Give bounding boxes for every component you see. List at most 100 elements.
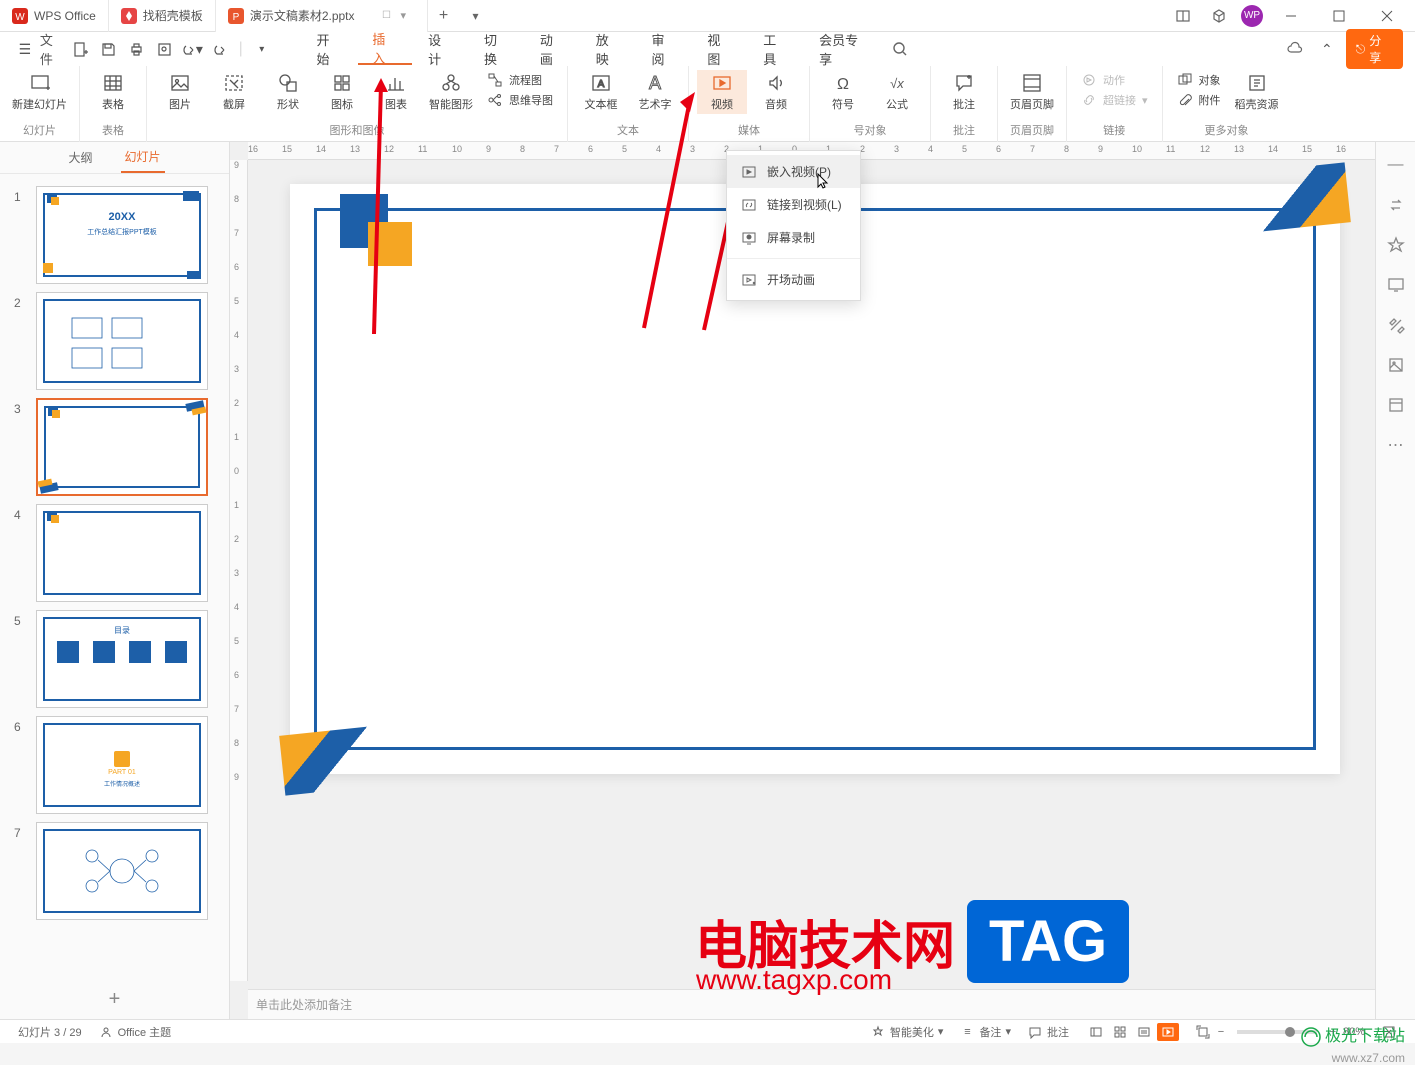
save-icon[interactable] <box>96 36 122 62</box>
collapse-ribbon-icon[interactable]: ⌃ <box>1314 36 1340 62</box>
icons-button[interactable]: 图标 <box>317 70 367 114</box>
add-slide-button[interactable]: + <box>0 979 229 1019</box>
slide-thumb-6[interactable]: 6 PART 01 工作情况概述 <box>0 712 229 818</box>
mindmap-button[interactable]: 思维导图 <box>481 90 559 110</box>
layers-icon[interactable] <box>1385 394 1407 416</box>
menu-animation[interactable]: 动画 <box>526 33 580 65</box>
image-icon <box>169 72 191 94</box>
tab-docer-template[interactable]: 找稻壳模板 <box>109 0 216 32</box>
present-icon[interactable] <box>1385 274 1407 296</box>
slides-tab[interactable]: 幻灯片 <box>121 142 165 173</box>
minimize-button[interactable] <box>1271 2 1311 30</box>
menu-design[interactable]: 设计 <box>414 33 468 65</box>
menu-insert[interactable]: 插入 <box>358 33 412 65</box>
tab-wps-office[interactable]: W WPS Office <box>0 0 109 32</box>
new-slide-button[interactable]: 新建幻灯片 <box>8 70 71 114</box>
window-layout-icon[interactable] <box>1169 2 1197 30</box>
ribbon-group-text: A 文本框 A 艺术字 文本 <box>568 66 689 142</box>
image-button[interactable]: 图片 <box>155 70 205 114</box>
slide-thumb-2[interactable]: 2 <box>0 288 229 394</box>
fit-slide-icon[interactable] <box>1195 1024 1211 1040</box>
print-preview-icon[interactable] <box>151 36 177 62</box>
docer-resource-button[interactable]: 稻壳资源 <box>1231 70 1283 114</box>
link-video-item[interactable]: 链接到视频(L) <box>727 188 860 221</box>
textbox-button[interactable]: A 文本框 <box>576 70 626 114</box>
sorter-view-button[interactable] <box>1109 1023 1131 1041</box>
search-icon[interactable] <box>887 36 913 62</box>
slideshow-view-button[interactable] <box>1157 1023 1179 1041</box>
tools-icon[interactable] <box>1385 314 1407 336</box>
slide-thumb-7[interactable]: 7 <box>0 818 229 924</box>
user-avatar[interactable]: WP <box>1241 5 1263 27</box>
qat-dropdown-icon[interactable]: ▾ <box>249 36 275 62</box>
notes-button[interactable]: ≡ 备注 ▾ <box>951 1024 1019 1040</box>
qat-separator: | <box>239 40 243 58</box>
menu-slideshow[interactable]: 放映 <box>582 33 636 65</box>
menu-toggle-button[interactable]: ☰ <box>12 36 38 62</box>
docer-icon <box>121 8 137 24</box>
wordart-button[interactable]: A 艺术字 <box>630 70 680 114</box>
zoom-out-icon[interactable]: − <box>1213 1024 1229 1040</box>
menu-view[interactable]: 视图 <box>693 33 747 65</box>
beautify-icon <box>870 1024 886 1040</box>
menu-tools[interactable]: 工具 <box>749 33 803 65</box>
tab-dropdown-icon[interactable]: ▾ <box>401 9 415 23</box>
material-icon[interactable] <box>1385 354 1407 376</box>
smartart-button[interactable]: 智能图形 <box>425 70 477 114</box>
slide-list[interactable]: 1 20XX 工作总结汇报PPT模板 2 3 <box>0 174 229 979</box>
outline-tab[interactable]: 大纲 <box>64 143 96 172</box>
menu-member[interactable]: 会员专享 <box>805 33 885 65</box>
print-icon[interactable] <box>123 36 149 62</box>
comments-button[interactable]: 批注 <box>1019 1024 1077 1040</box>
menu-review[interactable]: 审阅 <box>638 33 692 65</box>
header-footer-button[interactable]: 页眉页脚 <box>1006 70 1058 114</box>
minimize-sidebar-icon[interactable]: — <box>1385 154 1407 176</box>
attachment-button[interactable]: 附件 <box>1171 90 1227 110</box>
comment-icon <box>953 72 975 94</box>
slide-thumb-1[interactable]: 1 20XX 工作总结汇报PPT模板 <box>0 182 229 288</box>
equation-button[interactable]: √x 公式 <box>872 70 922 114</box>
tab-options-icon[interactable]: ☐ <box>379 8 395 24</box>
redo-icon[interactable] <box>207 36 233 62</box>
maximize-button[interactable] <box>1319 2 1359 30</box>
new-file-icon[interactable] <box>68 36 94 62</box>
flowchart-button[interactable]: 流程图 <box>481 70 559 90</box>
cube-icon[interactable] <box>1205 2 1233 30</box>
table-button[interactable]: 表格 <box>88 70 138 114</box>
opening-animation-item[interactable]: 开场动画 <box>727 263 860 296</box>
file-menu[interactable]: 文件 <box>40 36 66 62</box>
cloud-icon[interactable] <box>1282 36 1308 62</box>
slide-thumb-3[interactable]: 3 <box>0 394 229 500</box>
tab-document[interactable]: P 演示文稿素材2.pptx ☐ ▾ <box>216 0 428 32</box>
shapes-button[interactable]: 形状 <box>263 70 313 114</box>
slide-thumb-5[interactable]: 5 目录 <box>0 606 229 712</box>
theme-info[interactable]: Office 主题 <box>90 1024 180 1040</box>
share-button[interactable]: ⎋ 分享 <box>1346 29 1403 69</box>
menu-transition[interactable]: 切换 <box>470 33 524 65</box>
symbol-button[interactable]: Ω 符号 <box>818 70 868 114</box>
table-icon <box>102 72 124 94</box>
beautify-button[interactable]: 智能美化 ▾ <box>862 1024 952 1040</box>
reading-view-button[interactable] <box>1133 1023 1155 1041</box>
ribbon-group-more: 对象 附件 稻壳资源 更多对象 <box>1163 66 1291 142</box>
slide-thumb-4[interactable]: 4 <box>0 500 229 606</box>
embed-video-item[interactable]: 嵌入视频(P) <box>727 155 860 188</box>
audio-button[interactable]: 音频 <box>751 70 801 114</box>
normal-view-button[interactable] <box>1085 1023 1107 1041</box>
chart-button[interactable]: 图表 <box>371 70 421 114</box>
new-tab-button[interactable]: + <box>428 7 460 25</box>
object-button[interactable]: 对象 <box>1171 70 1227 90</box>
slide-decoration-orange-square <box>368 222 412 266</box>
undo-icon[interactable]: ▾ <box>179 36 205 62</box>
transfer-icon[interactable] <box>1385 194 1407 216</box>
screenshot-button[interactable]: 截屏 <box>209 70 259 114</box>
watermark-jiguang: 极光下载站 <box>1301 1022 1405 1047</box>
menu-start[interactable]: 开始 <box>302 33 356 65</box>
video-button[interactable]: 视频 <box>697 70 747 114</box>
comment-button[interactable]: 批注 <box>939 70 989 114</box>
screen-record-item[interactable]: 屏幕录制 <box>727 221 860 254</box>
more-icon[interactable]: ⋯ <box>1385 434 1407 456</box>
close-button[interactable] <box>1367 2 1407 30</box>
star-icon[interactable] <box>1385 234 1407 256</box>
tab-menu-button[interactable]: ▾ <box>460 9 492 23</box>
